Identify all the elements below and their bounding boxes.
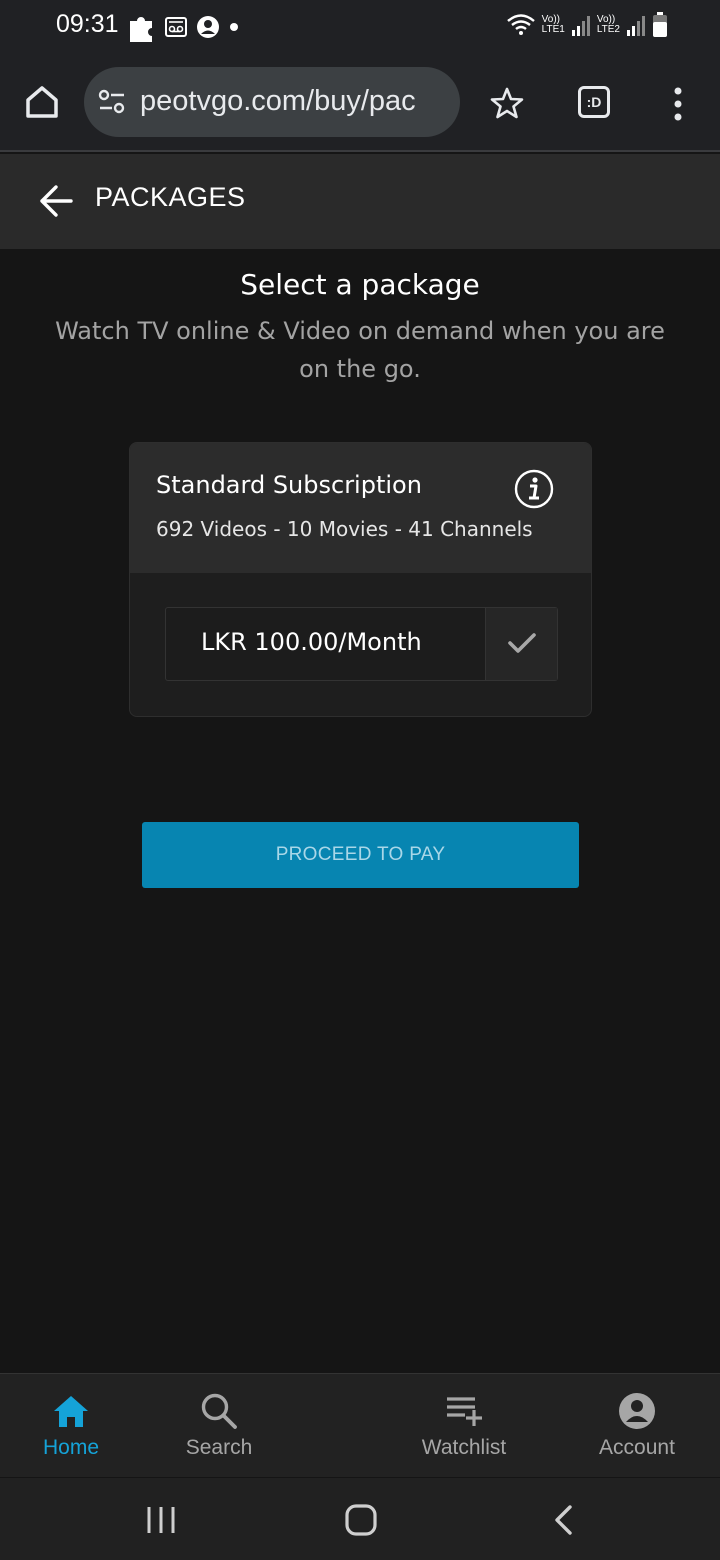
puzzle-icon (130, 17, 152, 42)
playlist-add-icon (447, 1397, 482, 1426)
info-icon[interactable] (514, 469, 554, 509)
back-arrow-icon[interactable] (38, 184, 74, 218)
url-text[interactable]: peotvgo.com/buy/pac (140, 85, 416, 118)
package-details: 692 Videos - 10 Movies - 41 Channels (156, 517, 533, 541)
signal-icon (627, 16, 645, 36)
package-name: Standard Subscription (156, 471, 422, 499)
nav-account-label: Account (599, 1436, 675, 1459)
bookmark-star-icon[interactable] (490, 86, 524, 120)
voicemail-icon (165, 17, 187, 37)
app-header: PACKAGES (0, 154, 720, 249)
signal-icon (571, 16, 590, 36)
nav-watchlist-label: Watchlist (421, 1436, 507, 1459)
search-icon (201, 1393, 237, 1429)
nav-watchlist[interactable]: Watchlist (404, 1374, 524, 1478)
price-label: LKR 100.00/Month (201, 628, 422, 656)
sim2-label: Vo)) LTE2 (596, 14, 620, 35)
price-select-button[interactable] (485, 608, 557, 680)
nav-search[interactable]: Search (168, 1374, 270, 1478)
battery-icon (653, 12, 667, 37)
sim1-label: Vo)) LTE1 (541, 14, 565, 35)
status-bar: 09:31 Vo)) LTE1 Vo)) LTE2 (0, 0, 720, 56)
price-option[interactable]: LKR 100.00/Month (165, 607, 558, 681)
page-header-title: PACKAGES (95, 182, 246, 212)
more-options-icon[interactable] (670, 86, 686, 122)
home-icon[interactable] (22, 82, 62, 122)
nav-home[interactable]: Home (20, 1374, 122, 1478)
checkmark-icon (508, 633, 536, 653)
package-card-header: Standard Subscription 692 Videos - 10 Mo… (130, 443, 591, 573)
tab-switcher-button[interactable]: :D (578, 86, 610, 118)
proceed-to-pay-button[interactable]: PROCEED TO PAY (142, 822, 579, 888)
url-bar[interactable]: peotvgo.com/buy/pac (84, 67, 460, 137)
site-settings-icon[interactable] (98, 89, 126, 115)
home-icon (54, 1396, 88, 1427)
home-button-icon[interactable] (344, 1503, 378, 1537)
dot-icon (230, 23, 238, 31)
back-button-icon[interactable] (552, 1504, 576, 1536)
nav-search-label: Search (185, 1436, 253, 1459)
status-notification-icons (128, 12, 240, 42)
status-time: 09:31 (56, 10, 119, 38)
recent-apps-icon[interactable] (146, 1504, 176, 1536)
account-circle-icon (197, 16, 219, 38)
bottom-navigation: Home Search Watchlist Account (0, 1373, 720, 1477)
page-title: Select a package (240, 268, 480, 301)
browser-toolbar: peotvgo.com/buy/pac :D (0, 56, 720, 152)
page-subtitle: Watch TV online & Video on demand when y… (55, 317, 665, 383)
wifi-icon (506, 14, 535, 35)
account-icon (619, 1393, 655, 1429)
status-system-icons: Vo)) LTE1 Vo)) LTE2 (506, 12, 668, 38)
system-navigation-bar (0, 1478, 720, 1560)
nav-account[interactable]: Account (582, 1374, 692, 1478)
package-card: Standard Subscription 692 Videos - 10 Mo… (129, 442, 592, 717)
nav-home-label: Home (42, 1436, 100, 1459)
